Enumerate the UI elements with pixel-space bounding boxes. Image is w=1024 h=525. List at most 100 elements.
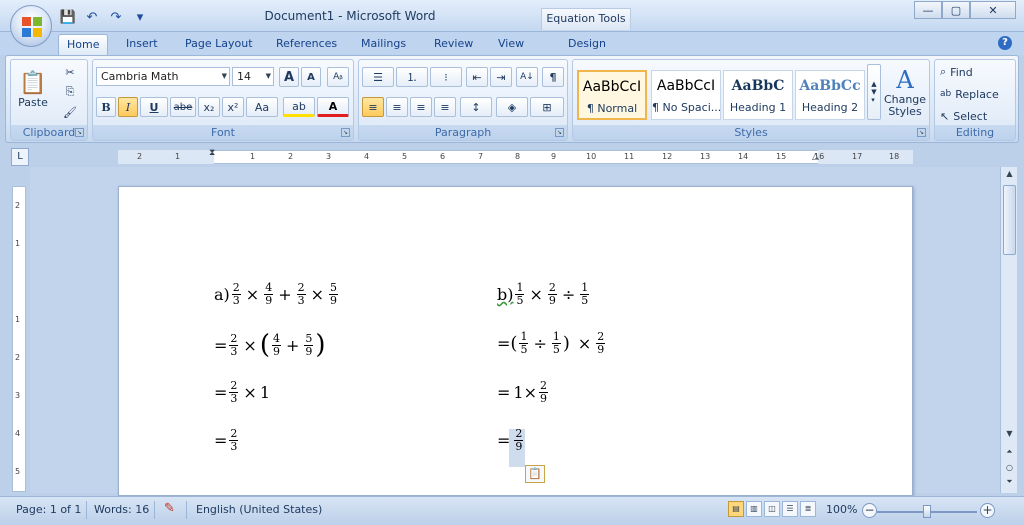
language[interactable]: English (United States) — [196, 503, 322, 516]
tab-mailings[interactable]: Mailings — [353, 34, 414, 55]
equation-a-line-4[interactable]: = 23 — [214, 428, 240, 453]
shading-button[interactable]: ◈ — [496, 97, 528, 117]
office-button[interactable] — [10, 5, 52, 47]
paragraph-group: ☰ ⒈ ⁝ ⇤ ⇥ A↓ ¶ ≡ ≡ ≡ ≡ ↕ ◈ ⊞ Paragraph ↘ — [358, 59, 568, 141]
help-icon[interactable]: ? — [998, 36, 1012, 50]
borders-button[interactable]: ⊞ — [530, 97, 564, 117]
show-marks-button[interactable]: ¶ — [542, 67, 564, 87]
tab-design[interactable]: Design — [560, 34, 614, 55]
font-color-button[interactable]: A — [317, 97, 349, 117]
quick-access-toolbar: 💾 ↶ ↷ ▾ — [57, 7, 149, 27]
web-layout-icon[interactable]: ◫ — [764, 501, 780, 517]
style-no-spacing[interactable]: AaBbCcI ¶ No Spaci... — [651, 70, 721, 120]
equation-a-line-3[interactable]: = 23 × 1 — [214, 380, 270, 405]
equation-a-line-2[interactable]: = 23 × ( 49 + 59 ) — [214, 331, 326, 359]
equation-b-line-4[interactable]: = 29 — [497, 428, 525, 453]
align-right-button[interactable]: ≡ — [410, 97, 432, 117]
zoom-level[interactable]: 100% — [826, 503, 857, 516]
next-page-icon[interactable]: ⏷ — [1002, 477, 1017, 491]
tab-insert[interactable]: Insert — [118, 34, 166, 55]
paragraph-launcher-icon[interactable]: ↘ — [555, 128, 564, 137]
italic-button[interactable]: I — [118, 97, 138, 117]
close-button[interactable]: ✕ — [970, 1, 1016, 19]
indent-marker-icon[interactable]: ⧗ — [209, 148, 215, 158]
vertical-scrollbar[interactable]: ▲ ▼ ⏶ ○ ⏷ — [1000, 167, 1017, 493]
operator: × — [577, 334, 592, 353]
clipboard-group: 📋 Paste ✂ ⎘ 🖌 Clipboard ↘ — [10, 59, 88, 141]
styles-launcher-icon[interactable]: ↘ — [917, 128, 926, 137]
superscript-button[interactable]: x² — [222, 97, 244, 117]
style-heading-1[interactable]: AaBbC Heading 1 — [723, 70, 793, 120]
highlight-button[interactable]: ab — [283, 97, 315, 117]
strikethrough-button[interactable]: abe — [170, 97, 196, 117]
change-styles-button[interactable]: A Change Styles — [883, 62, 927, 122]
style-normal[interactable]: AaBbCcI ¶ Normal — [577, 70, 647, 120]
line-spacing-button[interactable]: ↕ — [460, 97, 492, 117]
find-button[interactable]: ⌕ Find — [939, 62, 1013, 82]
equation-b-line-2[interactable]: = ( 15 ÷ 15 ) × 29 — [497, 331, 607, 356]
undo-icon[interactable]: ↶ — [83, 8, 101, 26]
equation-a-line-1[interactable]: a) 23 × 49 + 23 × 59 — [214, 282, 340, 307]
customize-qat-icon[interactable]: ▾ — [131, 8, 149, 26]
shrink-font-button[interactable]: A — [301, 67, 321, 87]
align-left-button[interactable]: ≡ — [362, 97, 384, 117]
center-button[interactable]: ≡ — [386, 97, 408, 117]
sort-button[interactable]: A↓ — [516, 67, 538, 87]
tab-review[interactable]: Review — [426, 34, 481, 55]
zoom-out-button[interactable]: − — [862, 503, 877, 518]
change-case-button[interactable]: Aa — [246, 97, 278, 117]
page-count[interactable]: Page: 1 of 1 — [16, 503, 81, 516]
equation-b-line-3[interactable]: = 1× 29 — [497, 380, 550, 405]
bold-button[interactable]: B — [96, 97, 116, 117]
paste-options-icon[interactable]: 📋 — [525, 465, 545, 483]
equation-b-line-1[interactable]: b) 15 × 29 ÷ 15 — [497, 282, 591, 307]
justify-button[interactable]: ≡ — [434, 97, 456, 117]
word-count[interactable]: Words: 16 — [94, 503, 149, 516]
save-icon[interactable]: 💾 — [59, 8, 77, 26]
zoom-in-button[interactable]: + — [980, 503, 995, 518]
underline-button[interactable]: U — [140, 97, 168, 117]
zoom-slider-thumb[interactable] — [923, 505, 931, 518]
copy-icon[interactable]: ⎘ — [59, 82, 81, 102]
replace-button[interactable]: ab Replace — [939, 84, 1013, 104]
paste-button[interactable]: 📋 Paste — [15, 62, 51, 118]
bullets-button[interactable]: ☰ — [362, 67, 394, 87]
grow-font-button[interactable]: A — [279, 67, 299, 87]
numbering-button[interactable]: ⒈ — [396, 67, 428, 87]
proofing-icon[interactable]: ✎ — [164, 501, 175, 516]
tab-home[interactable]: Home — [58, 34, 109, 55]
decrease-indent-button[interactable]: ⇤ — [466, 67, 488, 87]
format-painter-icon[interactable]: 🖌 — [59, 102, 81, 122]
full-screen-reading-icon[interactable]: ▥ — [746, 501, 762, 517]
scroll-down-icon[interactable]: ▼ — [1002, 429, 1017, 443]
right-indent-marker-icon[interactable]: △ — [812, 152, 819, 162]
print-layout-view-icon[interactable]: ▤ — [728, 501, 744, 517]
cut-icon[interactable]: ✂ — [59, 62, 81, 82]
clear-formatting-button[interactable]: Aᵦ — [327, 67, 349, 87]
redo-icon[interactable]: ↷ — [107, 8, 125, 26]
font-launcher-icon[interactable]: ↘ — [341, 128, 350, 137]
style-heading-2[interactable]: AaBbCc Heading 2 — [795, 70, 865, 120]
equals-sign: = — [497, 334, 511, 353]
styles-scroll-buttons[interactable]: ▲ ▼ ▾ — [867, 64, 881, 120]
draft-view-icon[interactable]: ≣ — [800, 501, 816, 517]
previous-page-icon[interactable]: ⏶ — [1002, 447, 1017, 461]
clipboard-launcher-icon[interactable]: ↘ — [75, 128, 84, 137]
vertical-ruler[interactable]: 2 1 1 2 3 4 5 — [12, 186, 26, 492]
outline-view-icon[interactable]: ☰ — [782, 501, 798, 517]
browse-object-icon[interactable]: ○ — [1002, 463, 1017, 477]
tab-view[interactable]: View — [490, 34, 532, 55]
increase-indent-button[interactable]: ⇥ — [490, 67, 512, 87]
minimize-button[interactable]: — — [914, 1, 942, 19]
font-size-select[interactable]: 14 ▼ — [232, 67, 274, 86]
maximize-button[interactable]: ▢ — [942, 1, 970, 19]
equals-sign: = — [214, 431, 228, 450]
tab-page-layout[interactable]: Page Layout — [177, 34, 261, 55]
font-family-select[interactable]: Cambria Math ▼ — [96, 67, 230, 86]
scroll-up-icon[interactable]: ▲ — [1002, 169, 1017, 183]
tab-references[interactable]: References — [268, 34, 345, 55]
select-button[interactable]: ↖ Select — [939, 106, 1013, 126]
multilevel-list-button[interactable]: ⁝ — [430, 67, 462, 87]
subscript-button[interactable]: x₂ — [198, 97, 220, 117]
scrollbar-thumb[interactable] — [1003, 185, 1016, 255]
